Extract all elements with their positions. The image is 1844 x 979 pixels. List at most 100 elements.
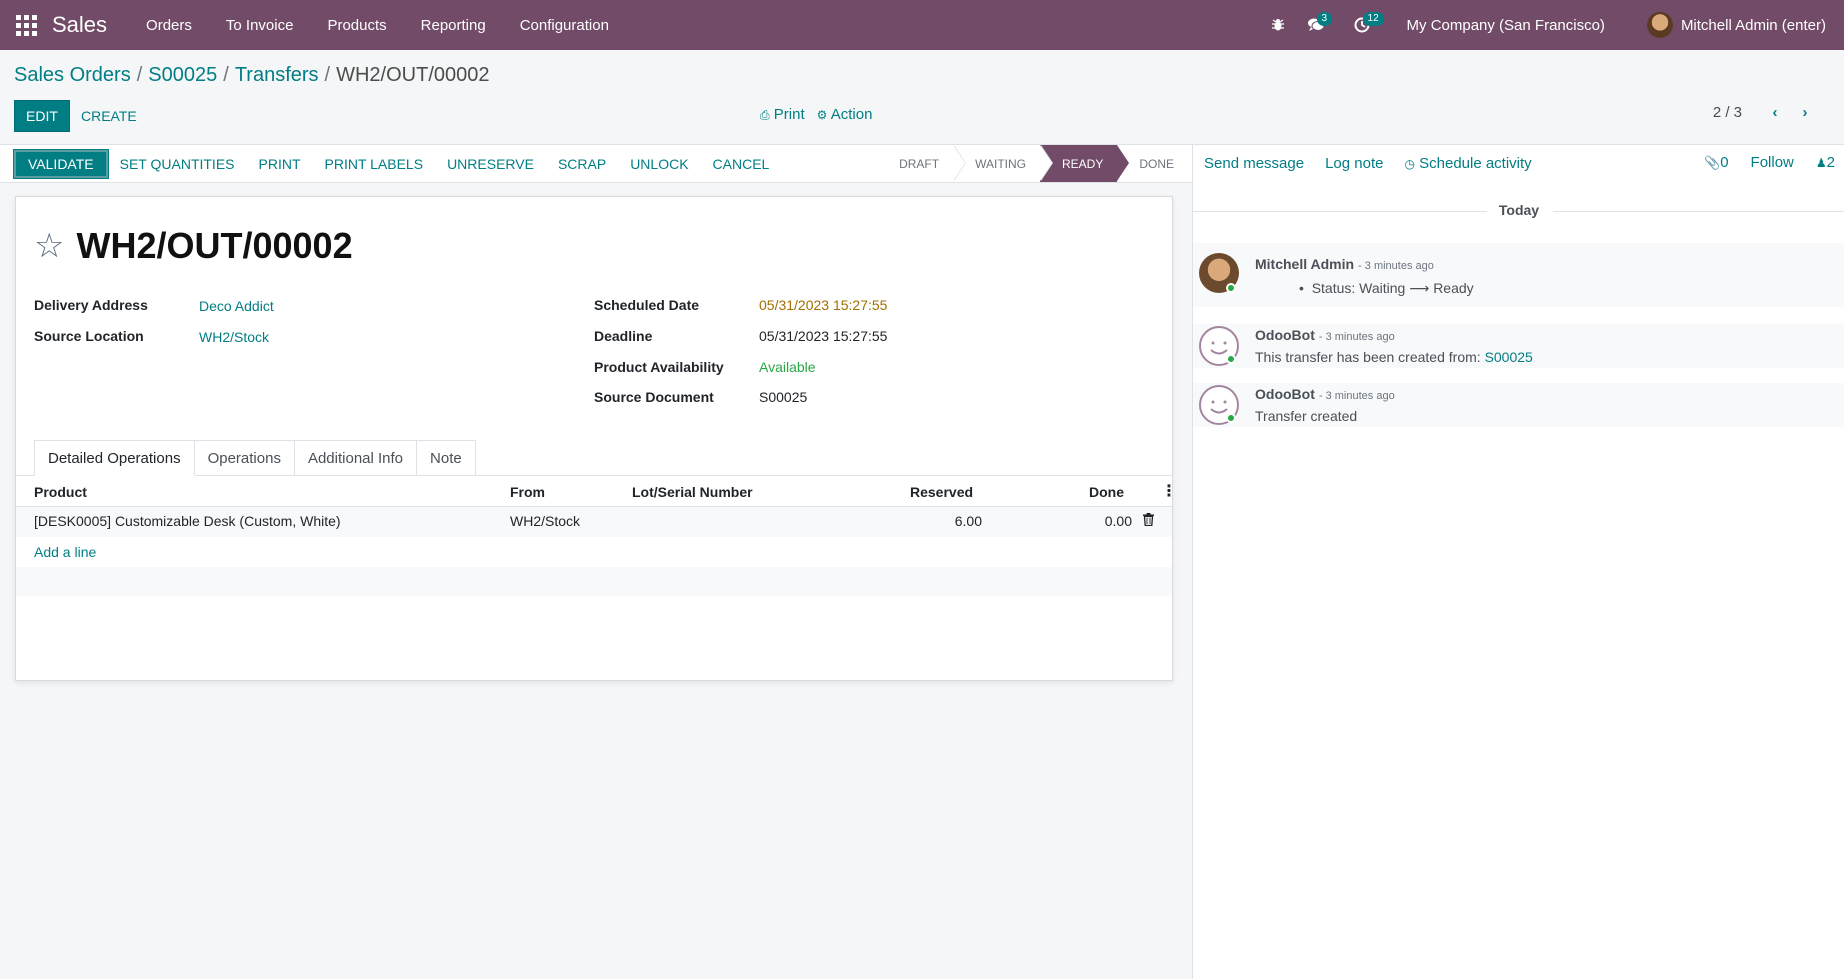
tab-detailed-operations[interactable]: Detailed Operations <box>34 440 195 476</box>
breadcrumb: Sales Orders / S00025/Transfers / WH2/OUT/00… <box>14 64 490 86</box>
stage-ready-label: READY <box>1061 156 1104 171</box>
scheduled-date-label: Scheduled Date <box>594 297 700 313</box>
form-sheet: ☆ WH2/OUT/00002 Delivery Address Deco Ad… <box>15 196 1177 681</box>
table-row[interactable]: [DESK0005] Customizable Desk (Custom, Wh… <box>16 507 1172 537</box>
debug-bug-icon[interactable] <box>1263 10 1293 40</box>
action-menu[interactable]: ⚙ Action <box>817 106 873 123</box>
stage-done-label: DONE <box>1139 156 1174 171</box>
top-navbar: Sales Orders To Invoice Products Reporti… <box>0 0 1844 50</box>
follow-button[interactable]: Follow <box>1751 154 1794 171</box>
log-note-button[interactable]: Log note <box>1325 155 1383 172</box>
messages-count-badge: 3 <box>1316 12 1333 26</box>
online-status-icon <box>1226 413 1236 423</box>
source-order-link[interactable]: S00025 <box>1485 349 1533 365</box>
edit-button[interactable]: EDIT <box>14 100 70 132</box>
message-body: This transfer has been created from: S00… <box>1255 349 1533 365</box>
stage-waiting[interactable]: WAITING <box>953 145 1053 182</box>
trash-icon[interactable] <box>1143 513 1154 526</box>
set-quantities-button[interactable]: SET QUANTITIES <box>108 150 247 178</box>
delivery-address-value[interactable]: Deco Addict <box>199 298 274 314</box>
menu-products[interactable]: Products <box>310 17 403 34</box>
company-switcher[interactable]: My Company (San Francisco) <box>1407 17 1605 34</box>
scheduled-date-value: 05/31/2023 15:27:55 <box>759 297 888 313</box>
col-lot-serial[interactable]: Lot/Serial Number <box>632 484 753 500</box>
source-location-value[interactable]: WH2/Stock <box>199 329 269 345</box>
send-message-button[interactable]: Send message <box>1204 155 1304 172</box>
status-stages: DRAFT WAITING READY DONE <box>877 145 1192 182</box>
tab-additional-info[interactable]: Additional Info <box>293 440 418 476</box>
deadline-value: 05/31/2023 15:27:55 <box>759 328 888 344</box>
cancel-button[interactable]: CANCEL <box>701 150 782 178</box>
print-labels-button[interactable]: PRINT LABELS <box>313 150 436 178</box>
row-reserved: 6.00 <box>954 513 982 529</box>
row-done: 0.00 <box>1104 513 1132 529</box>
source-location-label: Source Location <box>34 328 144 344</box>
activities-clock-icon[interactable]: 12 <box>1347 10 1384 40</box>
attachments-button[interactable]: 📎0 <box>1704 154 1729 171</box>
pager-value[interactable]: 2 / 3 <box>1713 104 1742 121</box>
statusbar-buttons: VALIDATE SET QUANTITIES PRINT PRINT LABE… <box>13 149 782 179</box>
user-avatar <box>1646 12 1673 38</box>
menu-reporting[interactable]: Reporting <box>404 17 503 34</box>
breadcrumb-sales-orders[interactable]: Sales Orders <box>14 64 131 86</box>
message-time: - 3 minutes ago <box>1318 331 1395 343</box>
attachments-count: 0 <box>1720 154 1729 171</box>
messages-icon[interactable]: 3 <box>1301 10 1333 40</box>
pager-previous-icon[interactable]: ‹ <box>1764 104 1786 121</box>
col-product[interactable]: Product <box>34 484 87 500</box>
paperclip-icon: 📎 <box>1704 155 1721 170</box>
table-header: Product From Lot/Serial Number Reserved … <box>16 476 1177 507</box>
print-menu[interactable]: ⎙ Print <box>760 106 805 123</box>
record-title: WH2/OUT/00002 <box>76 225 353 266</box>
user-menu[interactable]: Mitchell Admin (enter) <box>1646 12 1826 38</box>
message-time: - 3 minutes ago <box>1358 260 1434 272</box>
add-a-line-link[interactable]: Add a line <box>34 544 96 560</box>
date-separator: Today <box>1498 202 1540 218</box>
message-author[interactable]: OdooBot - 3 minutes ago <box>1255 386 1395 402</box>
print-button[interactable]: PRINT <box>247 150 313 178</box>
message-author[interactable]: Mitchell Admin - 3 minutes ago <box>1255 256 1434 272</box>
tracking-new-value: Ready <box>1433 280 1474 296</box>
main-menu: Orders To Invoice Products Reporting Con… <box>129 17 626 34</box>
menu-configuration[interactable]: Configuration <box>503 17 626 34</box>
schedule-activity-button[interactable]: ◷ Schedule activity <box>1404 155 1531 172</box>
schedule-activity-label: Schedule activity <box>1419 155 1532 172</box>
menu-to-invoice[interactable]: To Invoice <box>209 17 311 34</box>
breadcrumb-order[interactable]: S00025 <box>148 64 217 86</box>
chatter-message: OdooBot - 3 minutes ago Transfer created <box>1193 383 1844 427</box>
notebook-tabs: Detailed Operations Operations Additiona… <box>34 440 476 476</box>
followers-button[interactable]: ♟2 <box>1816 154 1835 171</box>
scrap-button[interactable]: SCRAP <box>546 150 618 178</box>
product-availability-value: Available <box>759 359 816 375</box>
unreserve-button[interactable]: UNRESERVE <box>435 150 546 178</box>
pager-next-icon[interactable]: › <box>1794 104 1816 121</box>
gear-icon: ⚙ <box>816 108 828 122</box>
create-button[interactable]: CREATE <box>72 100 146 132</box>
delivery-address-label: Delivery Address <box>34 297 148 313</box>
printer-icon: ⎙ <box>760 108 770 122</box>
record-pager: 2 / 3 ‹ › <box>1713 104 1816 121</box>
date-separator-line-right <box>1553 211 1844 212</box>
menu-orders[interactable]: Orders <box>129 17 209 34</box>
chatter-message: OdooBot - 3 minutes ago This transfer has… <box>1193 324 1844 368</box>
stage-draft[interactable]: DRAFT <box>877 145 967 182</box>
tab-operations[interactable]: Operations <box>193 440 295 476</box>
message-author[interactable]: OdooBot - 3 minutes ago <box>1255 327 1395 343</box>
col-from[interactable]: From <box>510 484 545 500</box>
deadline-label: Deadline <box>594 328 653 344</box>
user-icon: ♟ <box>1815 156 1827 170</box>
cp-action-menus: ⎙ Print ⚙ Action <box>760 106 872 123</box>
row-from: WH2/Stock <box>510 513 581 529</box>
app-brand[interactable]: Sales <box>52 12 107 38</box>
unlock-button[interactable]: UNLOCK <box>618 150 700 178</box>
stage-draft-label: DRAFT <box>899 156 940 171</box>
col-reserved[interactable]: Reserved <box>910 484 973 500</box>
optional-columns-icon[interactable]: ⋮ <box>1161 481 1177 501</box>
star-favorite-icon[interactable]: ☆ <box>34 226 64 266</box>
col-done[interactable]: Done <box>1089 484 1124 500</box>
tab-note[interactable]: Note <box>416 440 476 476</box>
validate-button[interactable]: VALIDATE <box>13 149 109 179</box>
product-availability-label: Product Availability <box>594 359 724 375</box>
breadcrumb-transfers[interactable]: Transfers <box>235 64 319 86</box>
app-menu-icon[interactable] <box>14 13 38 37</box>
